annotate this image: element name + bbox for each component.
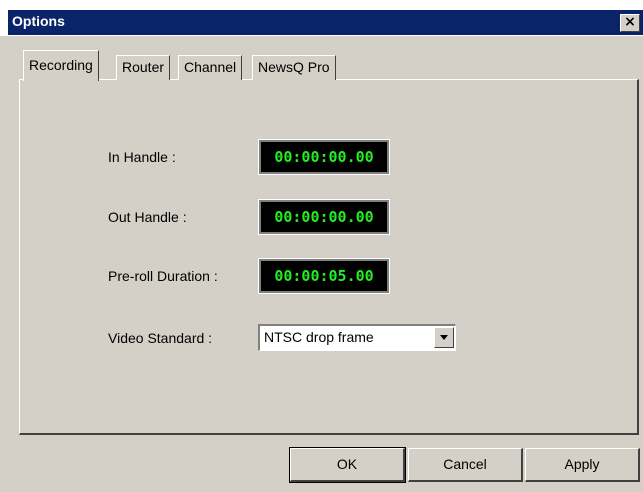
window-title: Options [12, 13, 65, 29]
close-icon: × [624, 14, 636, 30]
out-handle-timecode[interactable]: 00:00:00.00 [258, 199, 390, 235]
tab-recording[interactable]: Recording [23, 50, 99, 81]
video-standard-select[interactable]: NTSC drop frame [258, 324, 456, 351]
title-bar-band [8, 10, 643, 35]
tab-router[interactable]: Router [116, 55, 171, 80]
apply-button[interactable]: Apply [525, 448, 640, 482]
preroll-label: Pre-roll Duration : [108, 268, 218, 284]
in-handle-timecode[interactable]: 00:00:00.00 [258, 139, 390, 175]
tab-channel[interactable]: Channel [178, 55, 243, 80]
out-handle-label: Out Handle : [108, 209, 187, 225]
in-handle-label: In Handle : [108, 149, 176, 165]
title-bar: Options × [0, 0, 643, 36]
ok-button[interactable]: OK [289, 447, 406, 483]
chevron-down-icon[interactable] [434, 327, 454, 348]
preroll-timecode[interactable]: 00:00:05.00 [258, 258, 390, 294]
cancel-button[interactable]: Cancel [408, 448, 523, 482]
tab-newsq-pro[interactable]: NewsQ Pro [252, 55, 336, 80]
video-standard-label: Video Standard : [108, 330, 213, 346]
video-standard-value: NTSC drop frame [264, 329, 374, 345]
tab-panel [19, 79, 639, 435]
close-button[interactable]: × [620, 14, 640, 32]
